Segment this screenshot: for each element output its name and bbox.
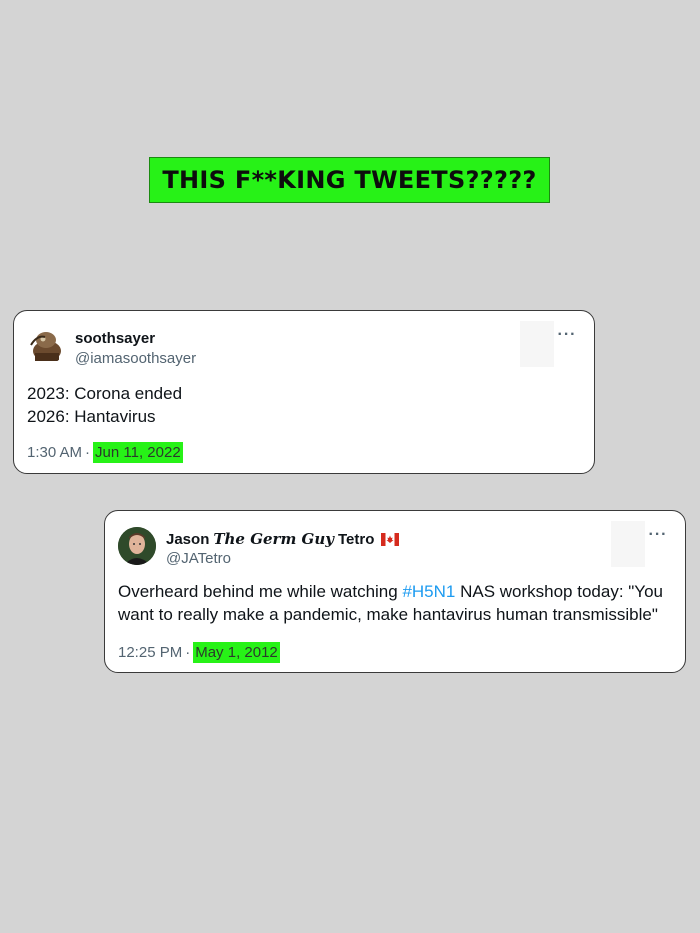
tweet-time[interactable]: 12:25 PM	[118, 644, 182, 661]
display-name-italic[interactable]: The Germ Guy	[213, 530, 334, 548]
faint-overlay	[520, 321, 554, 367]
tweet-card-soothsayer[interactable]: soothsayer @iamasoothsayer ··· 2023: Cor…	[13, 310, 595, 474]
tweet-line: 2026: Hantavirus	[27, 407, 156, 426]
tweet-text: Overheard behind me while watching #H5N1…	[118, 580, 663, 626]
avatar[interactable]	[118, 527, 156, 565]
headline-banner: THIS F**KING TWEETS?????	[149, 157, 550, 203]
faint-overlay	[611, 521, 645, 567]
tweet-timestamp[interactable]: 1:30 AM · Jun 11, 2022	[27, 442, 183, 463]
separator: ·	[185, 644, 191, 661]
tweet-text-segment: Overheard behind me while watching	[118, 582, 403, 601]
display-name[interactable]: Jason The Germ Guy Tetro	[166, 530, 400, 548]
display-name-first[interactable]: Jason	[166, 531, 209, 548]
tweet-text-segment: NAS workshop today: "You	[455, 582, 663, 601]
display-name-last[interactable]: Tetro	[338, 531, 374, 548]
more-horizontal-icon[interactable]: ···	[554, 325, 580, 345]
user-handle[interactable]: @JATetro	[166, 550, 231, 567]
hashtag-link[interactable]: #H5N1	[402, 582, 455, 601]
separator: ·	[85, 444, 91, 461]
tweet-line: want to really make a pandemic, make han…	[118, 605, 658, 624]
more-horizontal-icon[interactable]: ···	[645, 525, 671, 545]
avatar[interactable]	[27, 327, 65, 365]
display-name[interactable]: soothsayer	[75, 330, 155, 347]
tweet-timestamp[interactable]: 12:25 PM · May 1, 2012	[118, 642, 280, 663]
canada-flag-icon	[381, 532, 400, 546]
tweet-date-highlighted[interactable]: Jun 11, 2022	[93, 442, 183, 463]
tweet-line: Overheard behind me while watching #H5N1…	[118, 580, 663, 603]
tweet-time[interactable]: 1:30 AM	[27, 444, 82, 461]
user-handle[interactable]: @iamasoothsayer	[75, 350, 196, 367]
tweet-date-highlighted[interactable]: May 1, 2012	[193, 642, 280, 663]
tweet-line: 2023: Corona ended	[27, 384, 183, 403]
headline-text: THIS F**KING TWEETS?????	[162, 166, 537, 194]
tweet-card-jatetro[interactable]: Jason The Germ Guy Tetro @JATetro ··· Ov…	[104, 510, 686, 673]
tweet-text: 2023: Corona ended 2026: Hantavirus	[27, 382, 182, 428]
display-name-text[interactable]: soothsayer	[75, 330, 155, 347]
